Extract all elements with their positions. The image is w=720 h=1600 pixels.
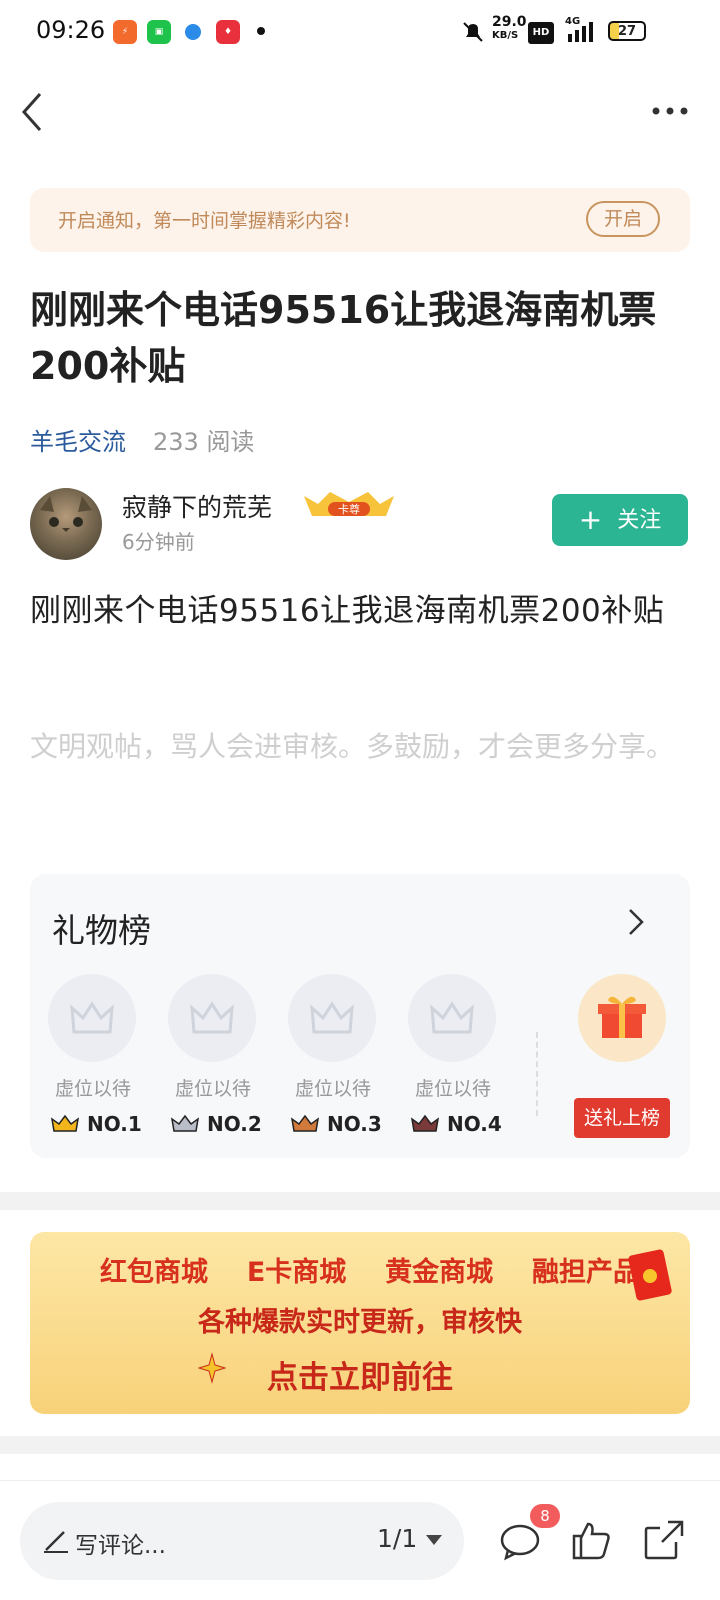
comment-input[interactable]: 写评论... 1/1	[20, 1502, 464, 1580]
red-envelope-icon	[628, 1249, 672, 1301]
notification-prompt: 开启通知，第一时间掌握精彩内容! 开启	[30, 188, 690, 252]
gift-board: 礼物榜 虚位以待 NO.1 虚位以待 NO.2 虚位以待 NO.3 虚位以待 N…	[30, 874, 690, 1158]
bottom-bar-border	[0, 1480, 720, 1481]
civility-notice: 文明观帖，骂人会进审核。多鼓励，才会更多分享。	[30, 730, 675, 763]
gift-slot-rank: NO.4	[410, 1112, 510, 1136]
notification-prompt-text: 开启通知，第一时间掌握精彩内容!	[58, 210, 351, 232]
crown-placeholder-icon	[288, 974, 376, 1062]
promo-item: E卡商城	[246, 1257, 347, 1288]
app-icon-3	[181, 20, 205, 44]
app-icon-2: ▣	[147, 20, 171, 44]
crown-silver-icon	[170, 1114, 200, 1132]
crown-placeholder-icon	[168, 974, 256, 1062]
comment-count-badge: 8	[530, 1504, 560, 1528]
gift-slot-label: 虚位以待	[174, 1078, 251, 1100]
app-icon-4: ♦	[216, 20, 240, 44]
gift-slot-rank: NO.2	[170, 1112, 270, 1136]
read-count: 233 阅读	[153, 428, 255, 456]
promo-banner-cta: 点击立即前往	[267, 1360, 453, 1396]
more-dots-icon[interactable]	[650, 98, 690, 124]
section-divider	[0, 1436, 720, 1454]
gift-slot-rank: NO.1	[50, 1112, 150, 1136]
author-name[interactable]: 寂静下的荒芜	[122, 488, 272, 524]
post-time: 6分钟前	[122, 530, 195, 554]
promo-banner[interactable]: 红包商城 E卡商城 黄金商城 融担产品 各种爆款实时更新，审核快 点击立即前往	[30, 1232, 690, 1414]
gift-box-icon[interactable]	[578, 974, 666, 1062]
gift-slot-label: 虚位以待	[54, 1078, 131, 1100]
sparkle-icon	[198, 1352, 226, 1384]
status-bar: 09:26 ⚡ ▣ ♦ 29.0 KB/S HD 4G 27	[0, 0, 720, 64]
gift-slot-rank: NO.3	[290, 1112, 390, 1136]
enable-notification-button[interactable]: 开启	[586, 201, 660, 237]
author-level-badge: 卡尊	[304, 492, 394, 516]
hd-badge: HD	[528, 22, 554, 44]
crown-gold-icon	[50, 1114, 80, 1132]
page-indicator[interactable]: 1/1	[377, 1524, 417, 1553]
mute-bell-icon	[463, 22, 483, 42]
gift-board-title: 礼物榜	[52, 911, 151, 950]
signal-icon	[568, 22, 593, 42]
crown-placeholder-icon	[408, 974, 496, 1062]
send-gift-button[interactable]: 送礼上榜	[574, 1098, 670, 1138]
post-category-link[interactable]: 羊毛交流	[30, 422, 126, 457]
follow-button[interactable]: + 关注	[552, 494, 688, 546]
crown-placeholder-icon	[48, 974, 136, 1062]
promo-banner-items: 红包商城 E卡商城 黄金商城 融担产品	[100, 1250, 640, 1289]
author-badge-text: 卡尊	[338, 502, 360, 516]
notification-dot-icon	[257, 27, 265, 35]
promo-banner-subtitle: 各种爆款实时更新，审核快	[198, 1307, 522, 1338]
net-speed-value: 29.0	[492, 14, 527, 30]
promo-item: 红包商城	[100, 1257, 208, 1288]
chevron-right-icon[interactable]	[626, 904, 646, 940]
gift-slot-label: 虚位以待	[414, 1078, 491, 1100]
net-speed-unit: KB/S	[492, 30, 519, 41]
battery-icon: 27	[608, 21, 646, 41]
author-avatar[interactable]	[30, 488, 102, 560]
app-icon-1: ⚡	[113, 20, 137, 44]
comment-placeholder: 写评论...	[75, 1533, 166, 1559]
post-body: 刚刚来个电话95516让我退海南机票200补贴	[30, 593, 665, 629]
status-time: 09:26	[36, 16, 106, 44]
promo-item: 黄金商城	[385, 1257, 494, 1288]
back-arrow-icon[interactable]	[16, 88, 56, 136]
divider	[536, 1032, 538, 1116]
crown-dark-icon	[410, 1114, 440, 1132]
follow-button-label: 关注	[617, 508, 662, 533]
gift-slot-label: 虚位以待	[294, 1078, 371, 1100]
section-divider	[0, 1192, 720, 1210]
plus-icon: +	[578, 503, 603, 536]
caret-down-icon[interactable]	[424, 1532, 444, 1548]
pen-icon	[44, 1531, 68, 1553]
crown-bronze-icon	[290, 1114, 320, 1132]
like-thumb-icon[interactable]	[568, 1516, 616, 1564]
share-icon[interactable]	[640, 1516, 688, 1564]
post-title: 刚刚来个电话95516让我退海南机票200补贴	[30, 288, 657, 388]
